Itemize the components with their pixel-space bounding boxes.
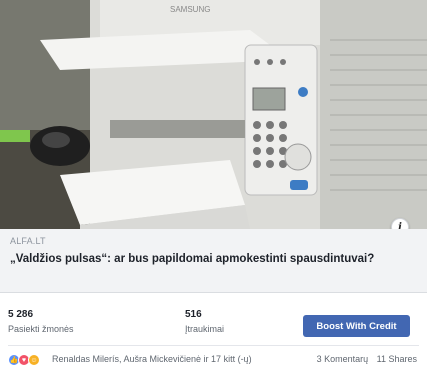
- reactions-footer: 👍 ♥ ☺ Renaldas Milerís, Aušra Mickevičie…: [0, 351, 427, 373]
- svg-text:SAMSUNG: SAMSUNG: [170, 5, 210, 14]
- shares-count[interactable]: 11 Shares: [377, 354, 417, 364]
- boost-button[interactable]: Boost With Credit: [303, 315, 410, 337]
- haha-icon: ☺: [28, 354, 40, 366]
- engagement-counts: 3 Komentarų 11 Shares: [317, 354, 417, 364]
- link-preview[interactable]: ALFA.LT „Valdžios pulsas“: ar bus papild…: [0, 229, 427, 293]
- comments-count[interactable]: 3 Komentarų: [317, 354, 369, 364]
- reactors-text[interactable]: Renaldas Milerís, Aušra Mickevičienė ir …: [52, 354, 252, 364]
- post-image[interactable]: SAMSUNG i: [0, 0, 427, 229]
- stats-row: 5 286 Pasiekti žmonės 516 Įtraukimai Boo…: [0, 300, 427, 342]
- reach-label: Pasiekti žmonės: [8, 324, 74, 334]
- divider: [8, 345, 419, 346]
- printer-photo: SAMSUNG: [0, 0, 427, 229]
- info-icon[interactable]: i: [391, 218, 409, 229]
- reach-value: 5 286: [8, 309, 34, 320]
- post-card: SAMSUNG i ALFA.LT „Valdžios pulsas“: ar …: [0, 0, 427, 373]
- engagement-stat: 516 Įtraukimai: [185, 309, 224, 334]
- engagement-label: Įtraukimai: [185, 324, 225, 334]
- reaction-icons[interactable]: 👍 ♥ ☺: [8, 354, 40, 366]
- link-headline[interactable]: „Valdžios pulsas“: ar bus papildomai apm…: [10, 252, 390, 267]
- engagement-value: 516: [185, 309, 202, 320]
- link-domain: ALFA.LT: [10, 236, 46, 246]
- reach-stat: 5 286 Pasiekti žmonės: [8, 309, 74, 334]
